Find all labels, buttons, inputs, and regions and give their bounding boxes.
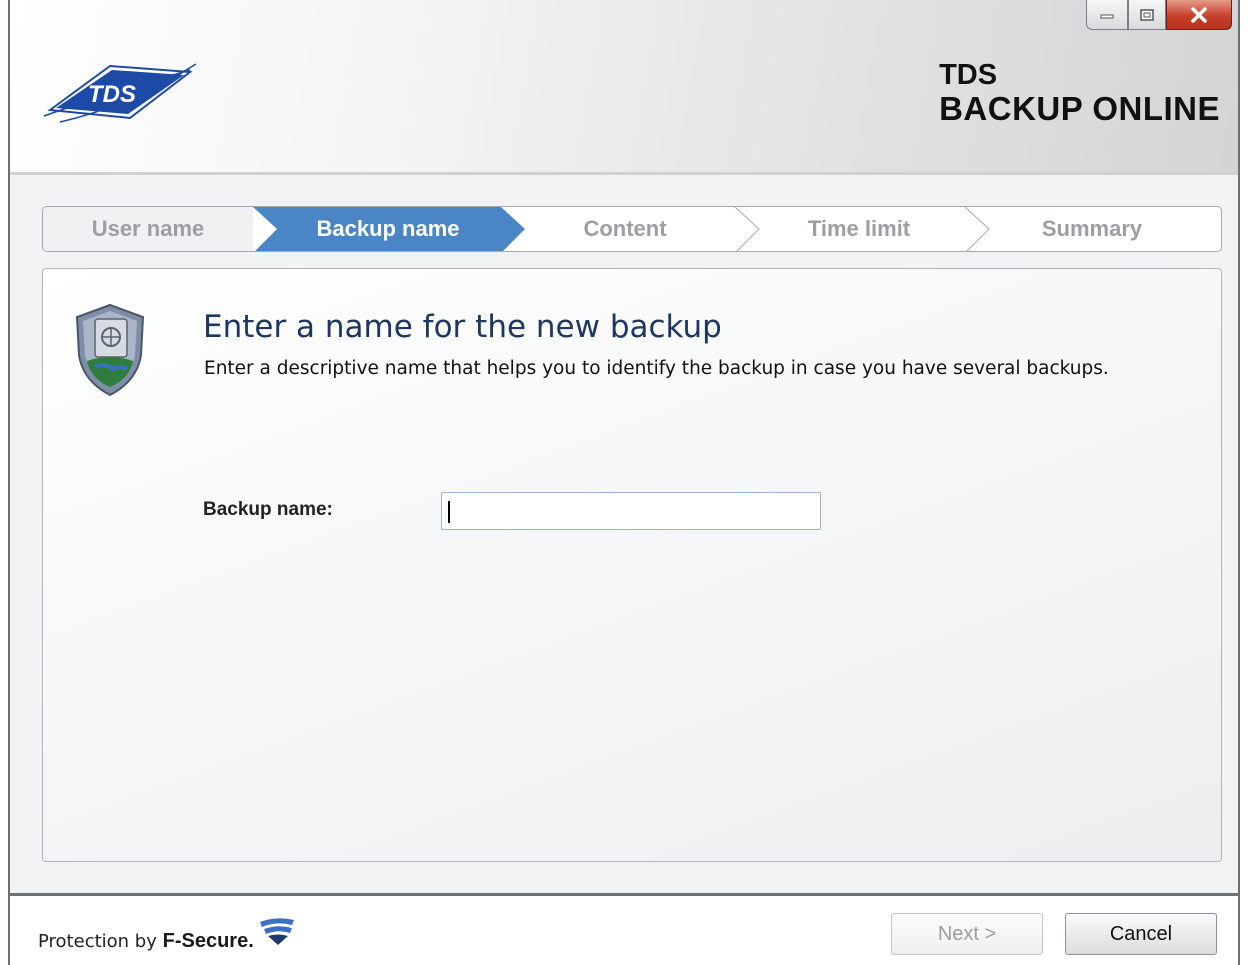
- minimize-button[interactable]: [1086, 0, 1128, 30]
- protection-credit: Protection by F-Secure.: [38, 930, 254, 953]
- brand-line-1: TDS: [939, 59, 998, 91]
- close-button[interactable]: [1166, 0, 1232, 30]
- minimize-icon: [1100, 14, 1114, 18]
- page-description: Enter a descriptive name that helps you …: [204, 358, 1109, 379]
- product-title: TDS BACKUP ONLINE: [939, 58, 1220, 126]
- step-backup-name: Backup name: [316, 216, 460, 241]
- maximize-button[interactable]: [1128, 0, 1166, 30]
- brand-line-2: BACKUP ONLINE: [939, 90, 1220, 127]
- f-secure-logo-icon: [260, 918, 294, 945]
- next-button[interactable]: Next >: [891, 913, 1043, 955]
- step-time-limit: Time limit: [807, 216, 911, 241]
- step-user-name: User name: [91, 216, 205, 241]
- cancel-button[interactable]: Cancel: [1065, 913, 1217, 955]
- header: TDS TDS BACKUP ONLINE: [10, 0, 1238, 175]
- close-icon: [1191, 6, 1207, 23]
- step-summary: Summary: [1041, 216, 1143, 241]
- tds-logo: TDS: [43, 63, 197, 123]
- protection-prefix: Protection by: [38, 931, 157, 952]
- step-content: Content: [583, 216, 667, 241]
- backup-name-input[interactable]: [441, 492, 821, 530]
- text-caret: [448, 501, 450, 523]
- maximize-icon: [1140, 8, 1154, 21]
- content-panel: Enter a name for the new backup Enter a …: [42, 268, 1222, 862]
- backup-name-label: Backup name:: [203, 499, 333, 520]
- window-controls: [1086, 0, 1232, 38]
- wizard-window: TDS TDS BACKUP ONLINE User name Backup n…: [8, 0, 1240, 965]
- wizard-steps: User name Backup name Content Time limit…: [42, 206, 1222, 252]
- footer: Protection by F-Secure. Next > Cancel: [10, 893, 1238, 965]
- page-heading: Enter a name for the new backup: [203, 309, 722, 345]
- backup-shield-icon: [75, 303, 145, 397]
- f-secure-brand: F-Secure.: [162, 930, 254, 952]
- tds-logo-text: TDS: [88, 81, 136, 108]
